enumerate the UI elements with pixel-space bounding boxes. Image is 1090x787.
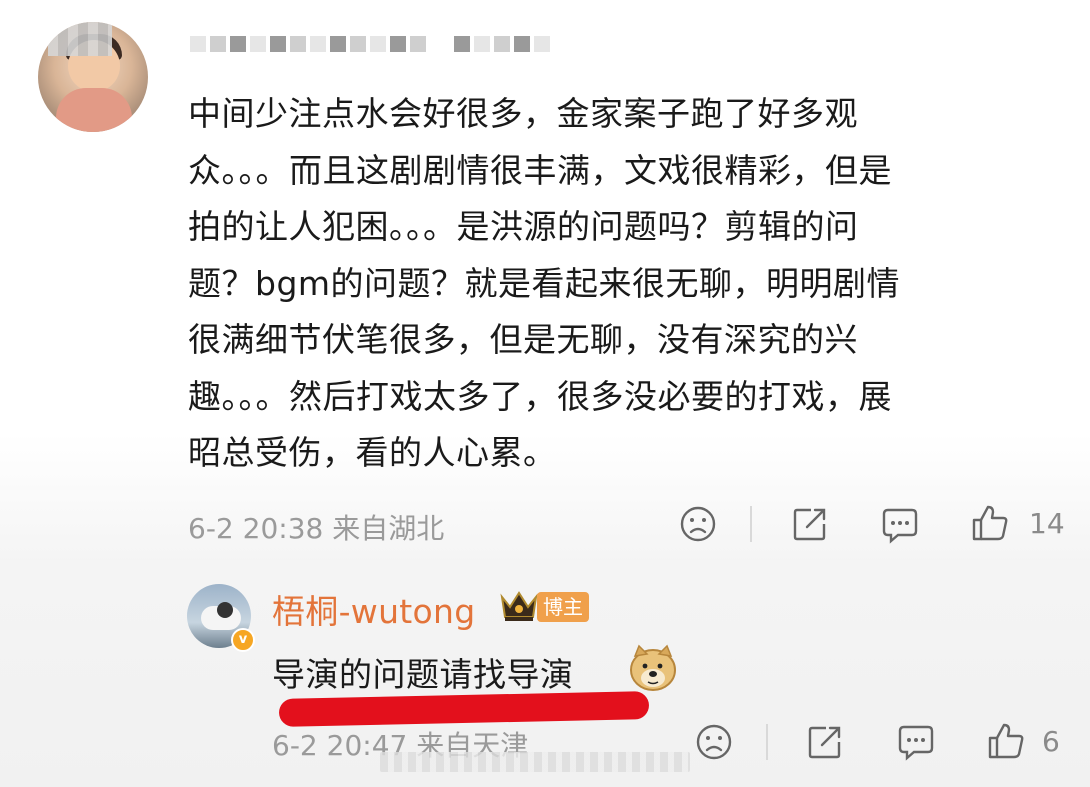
action-divider — [750, 506, 752, 542]
comment-icon[interactable] — [880, 505, 920, 545]
comment-line: 中间少注点水会好很多，金家案子跑了好多观 — [188, 94, 858, 133]
comment-line: 题？bgm的问题？就是看起来很无聊，明明剧情 — [188, 263, 901, 303]
dislike-face-icon[interactable] — [695, 723, 733, 761]
reply-body: 导演的问题请找导演 — [272, 655, 574, 694]
commenter-avatar[interactable] — [38, 22, 148, 132]
commenter-username-blurred[interactable] — [190, 25, 550, 63]
comment-line: 拍的让人犯困。。。是洪源的问题吗？剪辑的问 — [188, 207, 859, 246]
doge-emoji-icon — [627, 644, 679, 692]
comment-line: 众。。。而且这剧剧情很丰满，文戏很精彩，但是 — [188, 150, 892, 190]
like-count: 14 — [1029, 507, 1065, 540]
comment-icon[interactable] — [896, 722, 936, 762]
comment-line: 很满细节伏笔很多，但是无聊，没有深究的兴 — [188, 320, 858, 359]
like-count: 6 — [1042, 725, 1060, 758]
crown-icon — [499, 587, 539, 627]
comment-timestamp-location: 6-2 20:38 来自湖北 — [188, 512, 445, 545]
reply-username[interactable]: 梧桐-wutong — [272, 585, 476, 633]
like-thumb-icon[interactable] — [970, 503, 1010, 543]
watermark-blur — [380, 752, 690, 772]
like-thumb-icon[interactable] — [986, 721, 1026, 761]
comment-body: 中间少注点水会好很多，金家案子跑了好多观 众。。。而且这剧剧情很丰满，文戏很精彩… — [188, 86, 1038, 482]
share-icon[interactable] — [791, 505, 829, 543]
verified-icon: v — [231, 628, 255, 652]
comment-line: 趣。。。然后打戏太多了，很多没必要的打戏，展 — [188, 376, 892, 416]
share-icon[interactable] — [806, 723, 844, 761]
dislike-face-icon[interactable] — [679, 505, 717, 543]
comment-line: 昭总受伤，看的人心累。 — [188, 433, 557, 472]
blogger-badge: 博主 — [537, 592, 589, 622]
action-divider — [766, 724, 768, 760]
